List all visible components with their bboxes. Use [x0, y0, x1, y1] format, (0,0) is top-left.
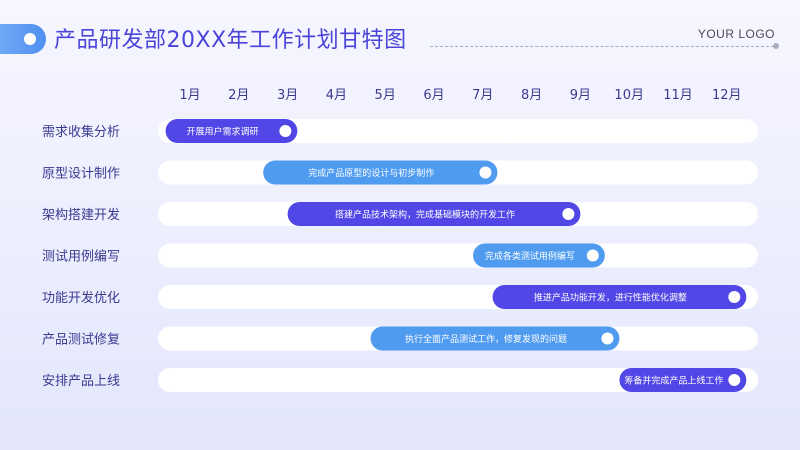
month-label: 2月	[228, 88, 249, 103]
month-label: 4月	[326, 88, 347, 103]
task-name: 测试用例编写	[42, 250, 120, 265]
month-label: 1月	[179, 88, 200, 103]
month-label: 8月	[521, 88, 542, 103]
task-bar-label: 筹备并完成产品上线工作	[624, 375, 723, 387]
task-name: 原型设计制作	[42, 167, 120, 182]
task-bar-end-dot	[562, 208, 575, 220]
timeline-track	[158, 243, 758, 268]
task-bar-end-dot	[601, 332, 614, 345]
task-bar-end-dot	[279, 125, 292, 137]
month-label: 10月	[614, 88, 644, 103]
task-bar-label: 推进产品功能开发，进行性能优化调整	[534, 292, 687, 304]
task-bar-label: 完成各类测试用例编写	[485, 250, 575, 262]
task-bar-end-dot	[728, 291, 741, 303]
task-bar-end-dot	[728, 374, 741, 386]
month-label: 9月	[570, 88, 591, 103]
gantt-chart: 1月 2月 3月 4月 5月 6月 7月 8月 9月 10月 11月 12月需求收集分析 开展用户需求调…	[42, 88, 758, 392]
month-label: 7月	[472, 88, 493, 103]
month-label: 3月	[277, 88, 298, 103]
task-bar-label: 执行全面产品测试工作，修复发现的问题	[405, 333, 567, 345]
task-name: 产品测试修复	[42, 333, 120, 348]
task-bar-label: 搭建产品技术架构，完成基础模块的开发工作	[335, 209, 515, 221]
month-label: 5月	[375, 88, 396, 103]
task-bar-end-dot	[479, 166, 492, 179]
task-bar-label: 开展用户需求调研	[186, 126, 258, 138]
task-bar-end-dot	[586, 249, 599, 262]
task-name: 需求收集分析	[42, 124, 120, 140]
task-bar-label: 完成产品原型的设计与初步制作	[308, 167, 434, 179]
task-name: 架构搭建开发	[42, 207, 120, 223]
month-label: 11月	[663, 88, 693, 103]
task-name: 功能开发优化	[42, 290, 120, 306]
month-label: 12月	[712, 88, 742, 103]
task-name: 安排产品上线	[42, 374, 120, 389]
month-label: 6月	[423, 88, 444, 103]
